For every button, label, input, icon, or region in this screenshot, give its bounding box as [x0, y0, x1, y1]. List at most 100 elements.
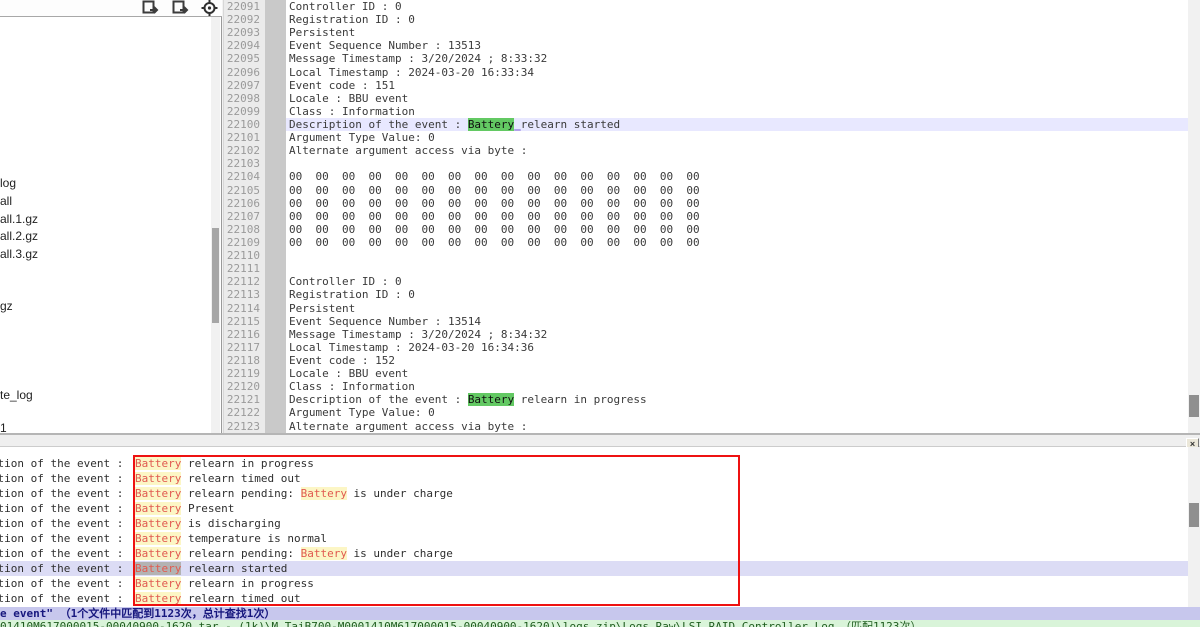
jump-to-file-icon[interactable] [139, 0, 161, 16]
line-text[interactable]: Alternate argument access via byte : [286, 144, 1188, 157]
line-text[interactable]: Registration ID : 0 [286, 13, 1188, 26]
line-text[interactable] [286, 262, 1188, 275]
fold-margin[interactable] [265, 52, 286, 65]
editor-scrollbar[interactable] [1188, 0, 1200, 433]
text-caret: _ [514, 118, 521, 131]
fold-margin[interactable] [265, 105, 286, 118]
result-row[interactable]: Description of the event : Battery relea… [0, 486, 1188, 501]
fold-margin[interactable] [265, 341, 286, 354]
fold-margin[interactable] [265, 302, 286, 315]
match-highlight: Battery [135, 457, 181, 470]
file-list-scrollbar-thumb[interactable] [212, 228, 219, 323]
fold-margin[interactable] [265, 420, 286, 433]
fold-margin[interactable] [265, 170, 286, 183]
line-text[interactable] [286, 249, 1188, 262]
locate-crosshair-icon[interactable] [198, 0, 220, 16]
fold-margin[interactable] [265, 367, 286, 380]
line-text[interactable]: Local Timestamp : 2024-03-20 16:33:34 [286, 66, 1188, 79]
line-text[interactable]: Local Timestamp : 2024-03-20 16:34:36 [286, 341, 1188, 354]
line-text[interactable]: 00 00 00 00 00 00 00 00 00 00 00 00 00 0… [286, 184, 1188, 197]
panel-splitter[interactable] [0, 433, 1200, 447]
fold-margin[interactable] [265, 315, 286, 328]
fold-margin[interactable] [265, 184, 286, 197]
fold-margin[interactable] [265, 354, 286, 367]
line-text[interactable]: Argument Type Value: 0 [286, 406, 1188, 419]
line-text[interactable]: Event code : 151 [286, 79, 1188, 92]
line-text[interactable]: Description of the event : Battery relea… [286, 393, 1188, 406]
line-text[interactable]: 00 00 00 00 00 00 00 00 00 00 00 00 00 0… [286, 210, 1188, 223]
result-row[interactable]: Description of the event : Battery is di… [0, 516, 1188, 531]
results-scrollbar-thumb[interactable] [1189, 503, 1199, 527]
line-text[interactable]: Registration ID : 0 [286, 288, 1188, 301]
fold-margin[interactable] [265, 13, 286, 26]
fold-margin[interactable] [265, 380, 286, 393]
file-item[interactable]: te_log [0, 387, 37, 403]
fold-margin[interactable] [265, 406, 286, 419]
results-scrollbar[interactable] [1188, 447, 1200, 607]
line-text[interactable]: Argument Type Value: 0 [286, 131, 1188, 144]
file-item[interactable]: all.3.gz [0, 246, 42, 262]
line-text[interactable]: Message Timestamp : 3/20/2024 ; 8:34:32 [286, 328, 1188, 341]
result-row[interactable]: Description of the event : Battery relea… [0, 561, 1188, 576]
result-row[interactable]: Description of the event : Battery relea… [0, 591, 1188, 606]
line-text[interactable]: Message Timestamp : 3/20/2024 ; 8:33:32 [286, 52, 1188, 65]
file-item[interactable]: gz [0, 298, 17, 314]
fold-margin[interactable] [265, 223, 286, 236]
result-row[interactable]: Description of the event : Battery relea… [0, 546, 1188, 561]
fold-margin[interactable] [265, 79, 286, 92]
log-editor[interactable]: 22091Controller ID : 022092Registration … [223, 0, 1188, 433]
editor-scrollbar-thumb[interactable] [1189, 395, 1199, 417]
fold-margin[interactable] [265, 118, 286, 131]
fold-margin[interactable] [265, 236, 286, 249]
line-text[interactable]: Event Sequence Number : 13514 [286, 315, 1188, 328]
file-item[interactable]: all.1.gz [0, 211, 42, 227]
fold-margin[interactable] [265, 328, 286, 341]
line-text[interactable]: 00 00 00 00 00 00 00 00 00 00 00 00 00 0… [286, 170, 1188, 183]
line-text[interactable]: Persistent [286, 26, 1188, 39]
fold-margin[interactable] [265, 39, 286, 52]
result-prefix: Description of the event : [0, 516, 133, 531]
fold-margin[interactable] [265, 0, 286, 13]
line-text[interactable]: Controller ID : 0 [286, 275, 1188, 288]
fold-margin[interactable] [265, 262, 286, 275]
line-text[interactable]: Class : Information [286, 380, 1188, 393]
line-text[interactable]: Event Sequence Number : 13513 [286, 39, 1188, 52]
line-text[interactable]: 00 00 00 00 00 00 00 00 00 00 00 00 00 0… [286, 223, 1188, 236]
line-text[interactable]: Controller ID : 0 [286, 0, 1188, 13]
fold-margin[interactable] [265, 210, 286, 223]
file-item[interactable]: log [0, 175, 20, 191]
line-text[interactable] [286, 157, 1188, 170]
line-text[interactable]: Class : Information [286, 105, 1188, 118]
file-item[interactable]: all [0, 193, 16, 209]
fold-margin[interactable] [265, 144, 286, 157]
result-row[interactable]: Description of the event : Battery relea… [0, 576, 1188, 591]
fold-margin[interactable] [265, 26, 286, 39]
fold-margin[interactable] [265, 393, 286, 406]
line-text[interactable]: 00 00 00 00 00 00 00 00 00 00 00 00 00 0… [286, 197, 1188, 210]
fold-margin[interactable] [265, 288, 286, 301]
file-item[interactable]: all.2.gz [0, 228, 42, 244]
result-row[interactable]: Description of the event : Battery relea… [0, 456, 1188, 471]
line-text[interactable]: 00 00 00 00 00 00 00 00 00 00 00 00 00 0… [286, 236, 1188, 249]
fold-margin[interactable] [265, 92, 286, 105]
file-list-scrollbar[interactable] [211, 17, 220, 435]
search-results-panel[interactable]: Description of the event : Battery relea… [0, 447, 1188, 607]
jump-to-file-icon[interactable] [169, 0, 191, 16]
line-text[interactable]: Description of the event : Battery_relea… [286, 118, 1188, 131]
fold-margin[interactable] [265, 249, 286, 262]
result-row[interactable]: Description of the event : Battery Prese… [0, 501, 1188, 516]
line-text[interactable]: Locale : BBU event [286, 367, 1188, 380]
line-text[interactable]: Persistent [286, 302, 1188, 315]
fold-margin[interactable] [265, 197, 286, 210]
line-text[interactable]: Alternate argument access via byte : [286, 420, 1188, 433]
fold-margin[interactable] [265, 275, 286, 288]
line-number: 22102 [224, 144, 265, 157]
line-text[interactable]: Locale : BBU event [286, 92, 1188, 105]
result-row[interactable]: Description of the event : Battery tempe… [0, 531, 1188, 546]
line-text[interactable]: Event code : 152 [286, 354, 1188, 367]
result-row[interactable]: Description of the event : Battery relea… [0, 471, 1188, 486]
line-number: 22091 [224, 0, 265, 13]
fold-margin[interactable] [265, 131, 286, 144]
fold-margin[interactable] [265, 157, 286, 170]
fold-margin[interactable] [265, 66, 286, 79]
